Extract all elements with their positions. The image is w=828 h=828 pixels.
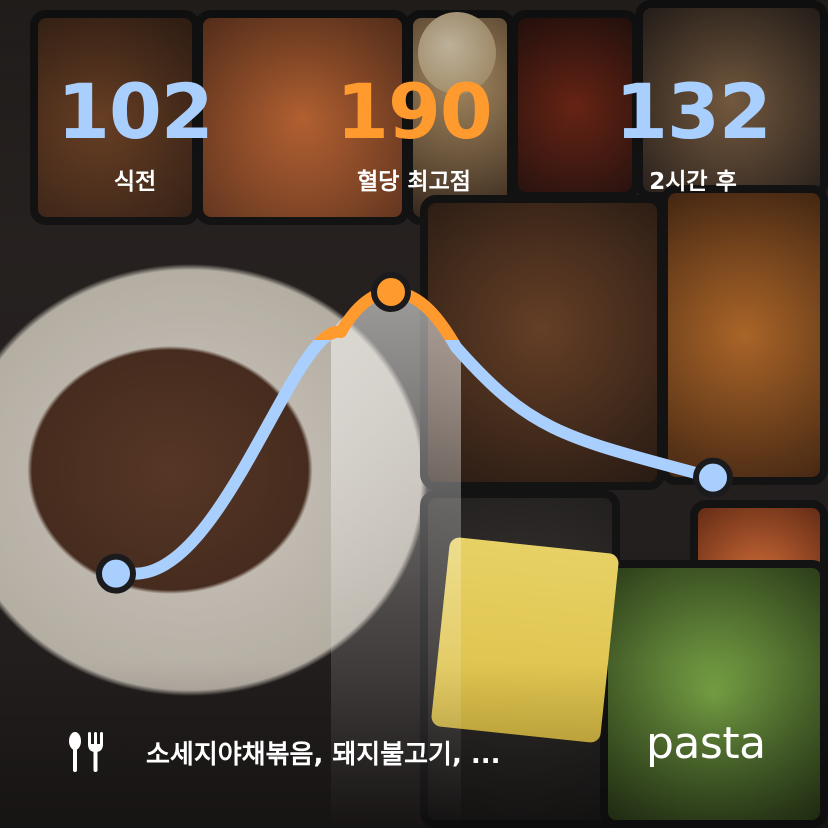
meal-foods-text: 소세지야채볶음, 돼지불고기, ...	[146, 740, 501, 770]
glucose-summary-card: 102 식전 190 혈당 최고점 132 2시간 후 소세지야채볶음, 돼지불…	[0, 0, 828, 828]
brand-logo: pasta	[646, 718, 766, 769]
point-peak	[371, 272, 411, 312]
fork-knife-icon	[66, 730, 108, 778]
point-after	[693, 457, 733, 498]
point-before	[96, 553, 136, 594]
glucose-curve-chart	[96, 272, 733, 828]
